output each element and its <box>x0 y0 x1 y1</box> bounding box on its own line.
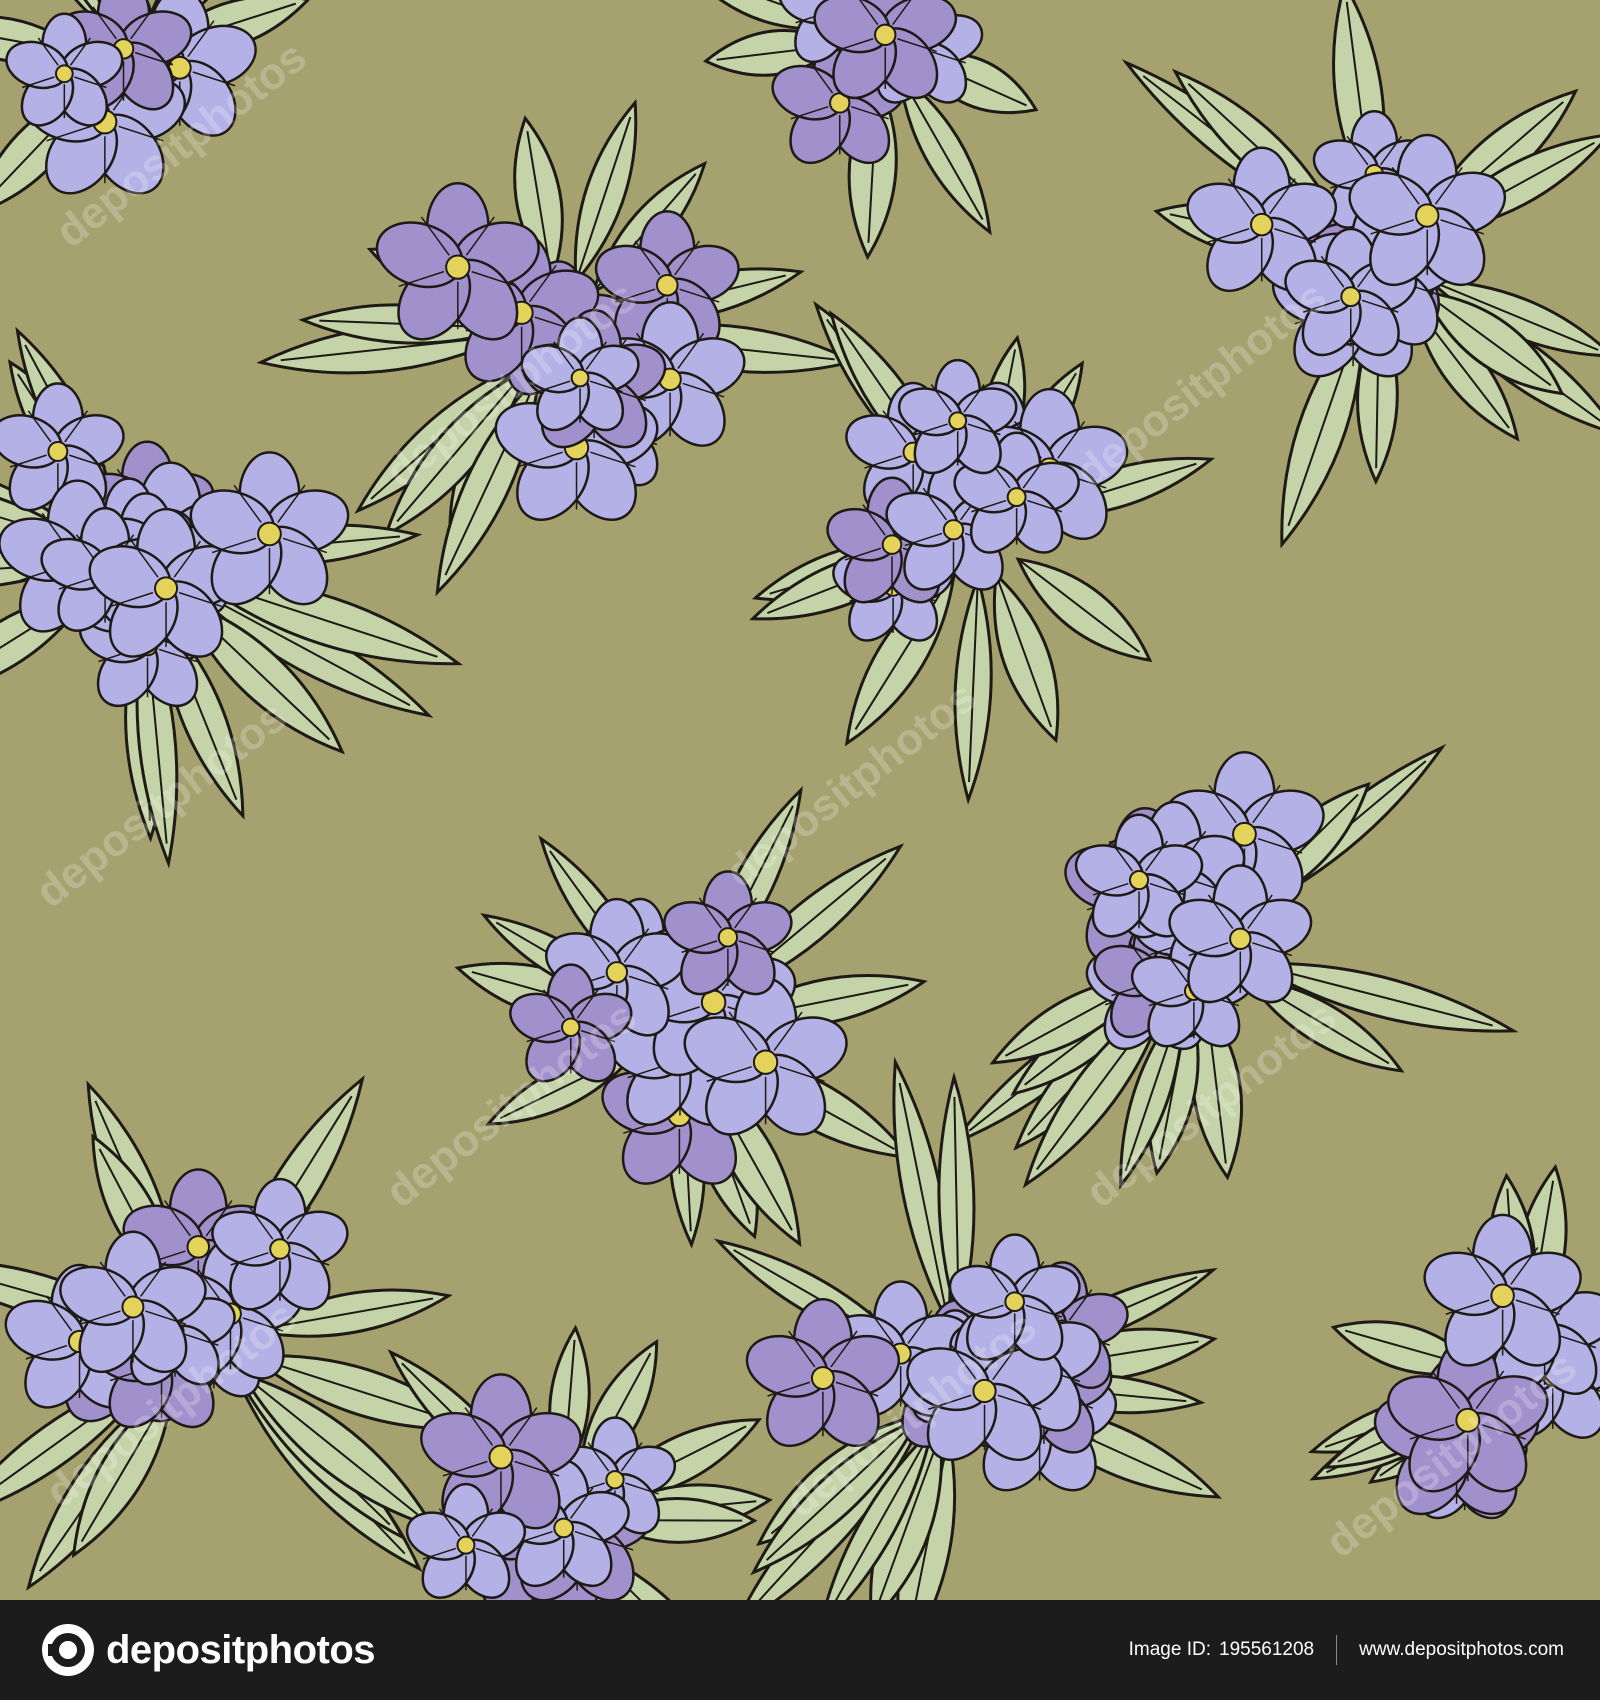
image-id-value: 195561208 <box>1219 1639 1315 1660</box>
brand-name: depositphotos <box>106 1627 376 1672</box>
leaf <box>953 573 993 805</box>
depositphotos-logo-icon <box>42 1624 94 1676</box>
floral-pattern-svg <box>0 0 1600 1600</box>
site-url-link[interactable]: www.depositphotos.com <box>1359 1639 1564 1661</box>
meta-divider <box>1336 1635 1338 1665</box>
brand-logo[interactable]: depositphotos <box>40 1620 376 1680</box>
image-meta: Image ID: 195561208 www.depositphotos.co… <box>1129 1600 1564 1700</box>
image-id-label: Image ID: <box>1128 1639 1211 1660</box>
floral-pattern-artwork <box>0 0 1600 1600</box>
stock-footer-bar: depositphotos Image ID: 195561208 www.de… <box>0 1600 1600 1700</box>
